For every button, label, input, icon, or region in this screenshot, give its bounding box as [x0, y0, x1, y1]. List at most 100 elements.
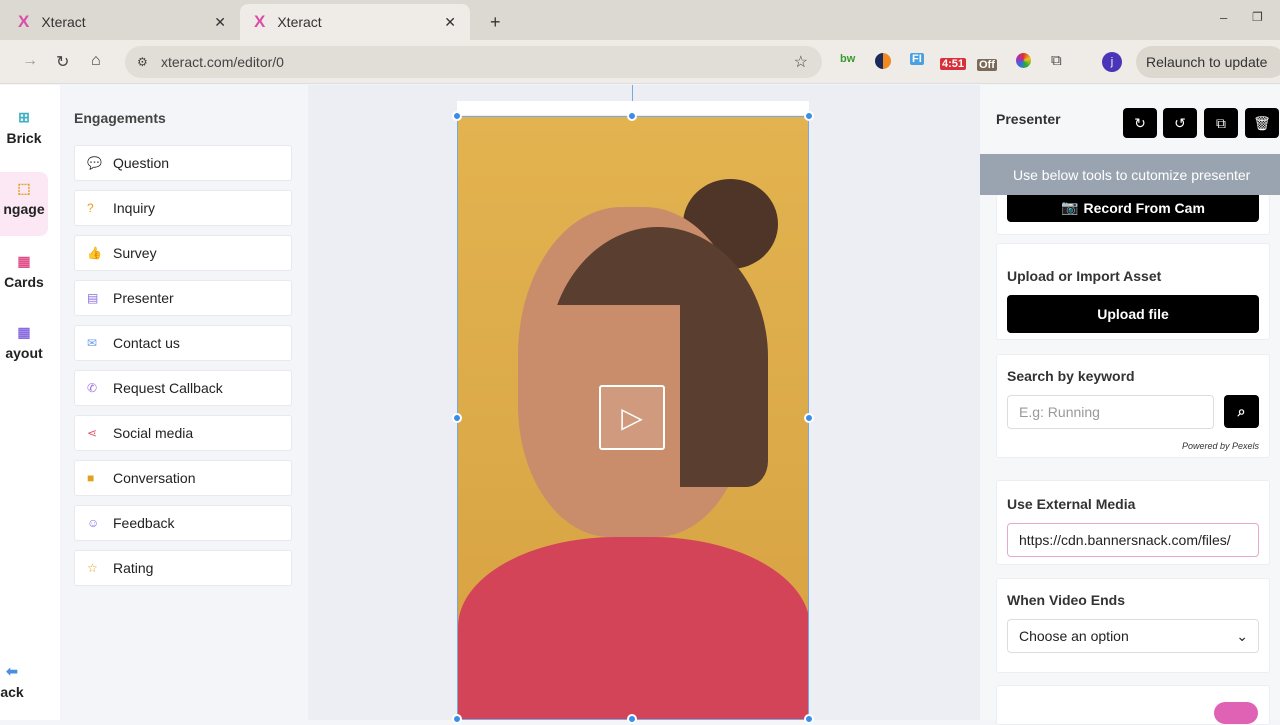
- undo-button[interactable]: ↺: [1163, 108, 1197, 138]
- engagement-label: Question: [113, 155, 170, 171]
- engagement-label: Survey: [113, 245, 157, 261]
- back-arrow-icon: ⬅: [6, 663, 18, 679]
- engagement-label: Rating: [113, 560, 154, 576]
- cards-icon: ▦: [17, 253, 31, 269]
- engagement-label: Request Callback: [113, 380, 223, 396]
- color-extension-icon[interactable]: [1016, 53, 1031, 68]
- fi-extension-icon[interactable]: FI: [910, 53, 924, 65]
- reload-icon[interactable]: ↻: [56, 52, 69, 72]
- chat-icon: 💬: [87, 156, 102, 170]
- resize-handle[interactable]: [804, 714, 814, 724]
- engagement-rating[interactable]: ☆ Rating: [74, 550, 292, 586]
- engagement-conversation[interactable]: ■ Conversation: [74, 460, 292, 496]
- xteract-favicon-icon: X: [254, 12, 266, 31]
- help-icon: ?: [87, 201, 94, 215]
- bw-extension-icon[interactable]: bw: [840, 53, 855, 65]
- upload-file-button[interactable]: Upload file: [1007, 295, 1259, 333]
- external-media-card: Use External Media https://cdn.bannersna…: [996, 480, 1270, 565]
- engagement-label: Conversation: [113, 470, 196, 486]
- resize-handle[interactable]: [804, 413, 814, 423]
- rail-brick[interactable]: ⊞ Brick: [0, 109, 48, 146]
- minimize-icon[interactable]: ‒: [1220, 10, 1227, 25]
- share-icon: ⋖: [87, 426, 98, 440]
- engagement-social-media[interactable]: ⋖ Social media: [74, 415, 292, 451]
- engagement-label: Contact us: [113, 335, 180, 351]
- record-from-cam-button[interactable]: 📷 Record From Cam: [1007, 193, 1259, 222]
- resize-handle[interactable]: [452, 714, 462, 724]
- forward-icon[interactable]: →: [22, 52, 38, 70]
- play-icon: ▷: [621, 402, 643, 433]
- rail-back[interactable]: ⬅ ack: [0, 663, 24, 700]
- upload-label: Upload or Import Asset: [1007, 268, 1162, 284]
- close-tab-icon[interactable]: ✕: [444, 14, 456, 31]
- video-ends-label: When Video Ends: [1007, 592, 1125, 608]
- bookmark-star-icon[interactable]: ☆: [794, 52, 808, 72]
- video-frame: [458, 537, 808, 719]
- xteract-favicon-icon: X: [18, 12, 30, 31]
- engagement-presenter[interactable]: ▤ Presenter: [74, 280, 292, 316]
- presenter-title: Presenter: [996, 111, 1061, 127]
- timer-extension-icon[interactable]: 4:51: [940, 58, 967, 70]
- engagement-question[interactable]: 💬 Question: [74, 145, 292, 181]
- smile-icon: ☺: [87, 516, 100, 530]
- search-card: Search by keyword E.g: Running ⌕ Powered…: [996, 354, 1270, 458]
- search-label: Search by keyword: [1007, 368, 1135, 384]
- tooltip: Use below tools to cutomize presenter: [980, 154, 1280, 195]
- powered-by-pexels: Powered by Pexels: [1181, 441, 1259, 451]
- browser-toolbar: → ↻ ⌂ ⚙ xteract.com/editor/0 ☆ bw FI 4:51 …: [0, 40, 1280, 84]
- relaunch-button[interactable]: Relaunch to update: [1136, 46, 1280, 78]
- engagement-feedback[interactable]: ☺ Feedback: [74, 505, 292, 541]
- resize-handle[interactable]: [804, 111, 814, 121]
- tab-2[interactable]: X Xteract ✕: [240, 4, 470, 40]
- chevron-down-icon: ⌄: [1236, 627, 1248, 644]
- engagement-contact-us[interactable]: ✉ Contact us: [74, 325, 292, 361]
- redo-button[interactable]: ↻: [1123, 108, 1157, 138]
- layout-icon: ▦: [17, 324, 31, 340]
- star-icon: ☆: [87, 561, 98, 575]
- engagement-request-callback[interactable]: ✆ Request Callback: [74, 370, 292, 406]
- engagement-label: Presenter: [113, 290, 174, 306]
- engagement-survey[interactable]: 👍 Survey: [74, 235, 292, 271]
- engagement-inquiry[interactable]: ? Inquiry: [74, 190, 292, 226]
- restore-icon[interactable]: ❐: [1252, 10, 1263, 24]
- toggle-switch[interactable]: [1214, 702, 1258, 724]
- rail-layout[interactable]: ▦ ayout: [0, 324, 48, 361]
- keyword-search-input[interactable]: E.g: Running: [1007, 395, 1214, 429]
- site-info-icon[interactable]: ⚙: [137, 55, 148, 69]
- resize-handle[interactable]: [627, 714, 637, 724]
- close-tab-icon[interactable]: ✕: [214, 14, 226, 31]
- phone-icon: ✆: [87, 381, 98, 395]
- search-icon: ⌕: [1237, 403, 1246, 419]
- thumbs-up-icon: 👍: [87, 246, 102, 260]
- film-icon: ▤: [87, 291, 99, 305]
- rail-cards[interactable]: ▦ Cards: [0, 253, 48, 290]
- camera-icon: 📷: [1061, 199, 1079, 215]
- external-media-label: Use External Media: [1007, 496, 1136, 512]
- extension-icon[interactable]: [875, 53, 891, 69]
- resize-handle[interactable]: [452, 413, 462, 423]
- address-bar[interactable]: ⚙ xteract.com/editor/0 ☆: [125, 46, 822, 78]
- engagement-label: Feedback: [113, 515, 175, 531]
- profile-avatar[interactable]: j: [1102, 52, 1122, 72]
- duplicate-button[interactable]: ⧉: [1204, 108, 1238, 138]
- engagements-panel: Engagements 💬 Question ? Inquiry 👍 Survey ▤ Pre…: [60, 85, 308, 720]
- rail-engage[interactable]: ⬚ ngage: [0, 172, 48, 236]
- delete-button[interactable]: 🗑: [1245, 108, 1279, 138]
- search-button[interactable]: ⌕: [1224, 395, 1259, 428]
- video-ends-select[interactable]: Choose an option ⌄: [1007, 619, 1259, 653]
- tab-bar: X Xteract ✕ X Xteract ✕ + ‒ ❐: [0, 0, 1280, 40]
- engagements-title: Engagements: [74, 110, 166, 126]
- engagement-label: Social media: [113, 425, 194, 441]
- off-extension-icon[interactable]: Off: [977, 59, 997, 71]
- resize-handle[interactable]: [627, 111, 637, 121]
- home-icon[interactable]: ⌂: [91, 52, 101, 70]
- resize-handle[interactable]: [452, 111, 462, 121]
- left-rail: ⊞ Brick ⬚ ngage ▦ Cards ▦ ayout ⬅ ack: [0, 85, 60, 720]
- video-icon: ■: [87, 471, 95, 485]
- tab-1[interactable]: X Xteract ✕: [4, 4, 240, 40]
- record-card: 📷 Record From Cam: [996, 193, 1270, 235]
- new-tab-button[interactable]: +: [476, 4, 515, 40]
- extensions-puzzle-icon[interactable]: ⧉: [1051, 52, 1062, 69]
- external-media-input[interactable]: https://cdn.bannersnack.com/files/: [1007, 523, 1259, 557]
- play-button[interactable]: ▷: [599, 385, 665, 450]
